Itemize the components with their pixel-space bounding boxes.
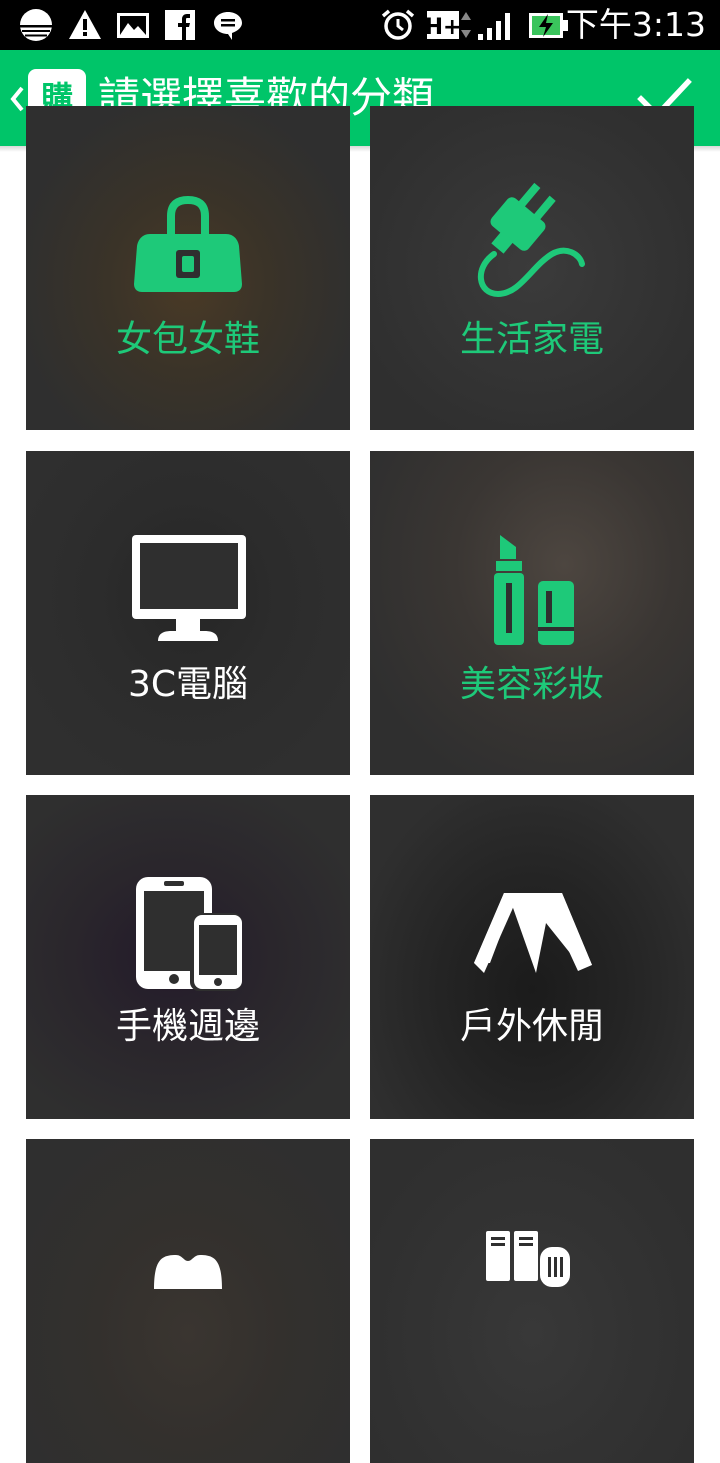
- books-icon: [486, 1231, 570, 1287]
- category-label: 女包女鞋: [115, 319, 260, 360]
- chat-icon: [214, 12, 242, 40]
- category-tile-books[interactable]: [370, 1139, 694, 1463]
- svg-text:H+: H+: [426, 15, 461, 40]
- facebook-icon: [165, 10, 195, 40]
- handbag-icon: [134, 195, 242, 292]
- battery-charging-icon: [529, 13, 568, 38]
- category-tile-bags-shoes[interactable]: 女包女鞋: [26, 106, 350, 430]
- category-tile-clothing[interactable]: [26, 1139, 350, 1463]
- tent-icon: [474, 893, 592, 973]
- category-tile-outdoor[interactable]: 戶外休閒: [370, 795, 694, 1119]
- photo-icon: [117, 13, 149, 38]
- status-bar: H+ 下午3:13: [0, 0, 720, 50]
- chevron-left-icon[interactable]: [8, 82, 26, 116]
- network-type-icon: H+: [426, 11, 471, 40]
- category-tile-computers[interactable]: 3C電腦: [26, 451, 350, 775]
- signal-icon: [478, 13, 510, 40]
- clothing-icon: [154, 1255, 222, 1289]
- category-tile-mobile-accessories[interactable]: 手機週邊: [26, 795, 350, 1119]
- category-tile-beauty[interactable]: 美容彩妝: [370, 451, 694, 775]
- category-tile-home-appliances[interactable]: 生活家電: [370, 106, 694, 430]
- phone-tablet-icon: [136, 877, 242, 991]
- category-label: 戶外休閒: [459, 1006, 604, 1047]
- plug-icon: [477, 182, 585, 298]
- category-label: 生活家電: [459, 319, 604, 360]
- category-label: 手機週邊: [115, 1006, 260, 1047]
- lipstick-icon: [494, 535, 574, 645]
- monitor-icon: [132, 535, 246, 641]
- category-label: 3C電腦: [127, 664, 249, 705]
- circle-app-icon: [20, 9, 52, 41]
- category-label: 美容彩妝: [459, 664, 604, 705]
- status-time: 下午3:13: [565, 5, 706, 44]
- alarm-icon: [381, 9, 415, 40]
- warning-icon: [69, 10, 101, 39]
